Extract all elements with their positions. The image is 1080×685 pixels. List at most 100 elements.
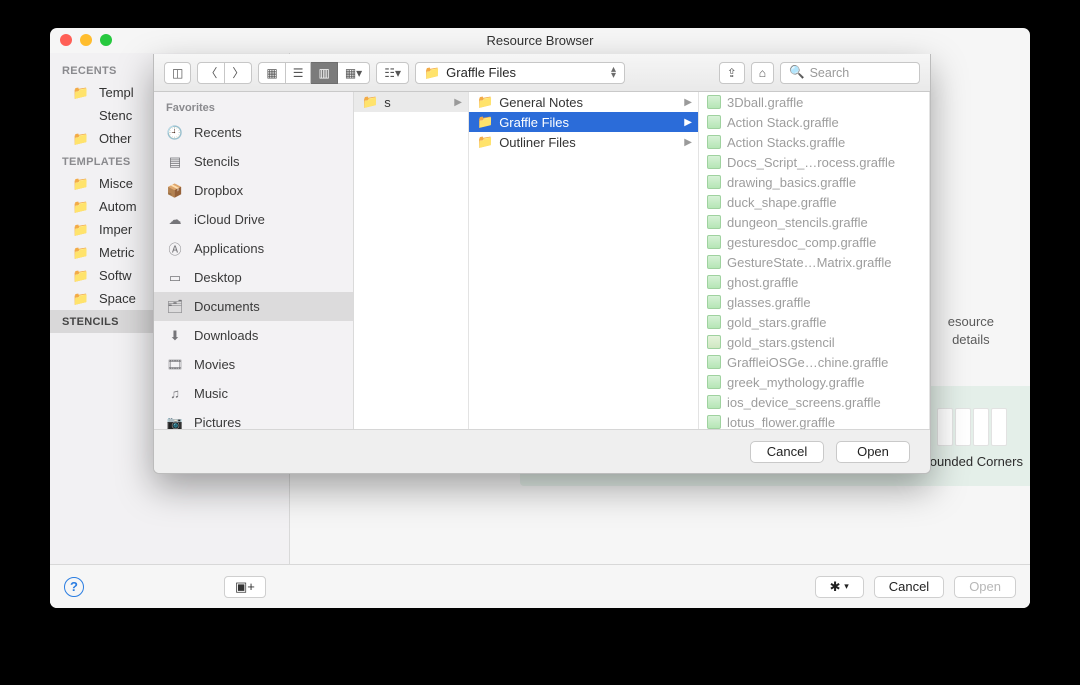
close-icon[interactable]	[60, 34, 72, 46]
resource-browser-window: Resource Browser RECENTS TemplStencOther…	[50, 28, 1030, 608]
favorite-icon: Ⓐ	[166, 239, 184, 258]
favorite-item[interactable]: ▤Stencils	[154, 147, 353, 176]
folder-row[interactable]: s▶	[354, 92, 468, 112]
favorite-icon: ▤	[166, 154, 184, 170]
cancel-button[interactable]: Cancel	[874, 576, 944, 598]
folder-icon	[362, 94, 378, 110]
favorite-item[interactable]: ▭Desktop	[154, 263, 353, 292]
gear-menu-button[interactable]: ✱ ▾	[815, 576, 864, 598]
file-row[interactable]: drawing_basics.graffle	[699, 172, 929, 192]
share-button[interactable]: ⇪	[719, 62, 745, 84]
favorite-icon: 🎞	[166, 357, 184, 373]
folder-row[interactable]: Graffle Files▶	[469, 112, 698, 132]
icon-view-button[interactable]: ▦	[258, 62, 285, 84]
favorite-item[interactable]: 📷Pictures	[154, 408, 353, 429]
add-resource-button[interactable]: ▣ +	[224, 576, 266, 598]
file-row[interactable]: 3Dball.graffle	[699, 92, 929, 112]
column-view-button[interactable]: ▥	[311, 62, 337, 84]
file-row[interactable]: dungeon_stencils.graffle	[699, 212, 929, 232]
file-row[interactable]: greek_mythology.graffle	[699, 372, 929, 392]
file-row[interactable]: GestureState…Matrix.graffle	[699, 252, 929, 272]
path-popup[interactable]: Graffle Files ▴▾	[415, 62, 625, 84]
file-icon	[707, 215, 721, 229]
file-icon	[707, 315, 721, 329]
sheet-open-button[interactable]: Open	[836, 441, 910, 463]
folder-icon	[477, 134, 493, 150]
folder-icon	[72, 245, 90, 261]
file-icon	[707, 375, 721, 389]
tags-button[interactable]: ⌂	[751, 62, 774, 84]
gear-icon: ✱	[830, 579, 841, 595]
file-row[interactable]: ios_device_screens.graffle	[699, 392, 929, 412]
folder-icon	[72, 222, 90, 238]
sidebar-toggle-button[interactable]: ◫	[164, 62, 191, 84]
search-icon: 🔍	[789, 65, 805, 80]
chevron-right-icon: ▶	[454, 97, 462, 108]
window-title: Resource Browser	[487, 33, 594, 48]
chevron-right-icon: ▶	[684, 97, 692, 108]
sheet-cancel-button[interactable]: Cancel	[750, 441, 824, 463]
tile-rounded-corners[interactable]: Rounded Corners	[920, 408, 1023, 469]
file-row[interactable]: gold_stars.gstencil	[699, 332, 929, 352]
folder-icon	[72, 291, 90, 307]
search-field[interactable]: 🔍 Search	[780, 62, 920, 84]
sheet-toolbar: ◫ 〈 〉 ▦ ☰ ▥ ▦▾ ☷▾ Graffle Files ▴▾ ⇪ ⌂ 🔍	[154, 54, 930, 92]
file-icon	[707, 255, 721, 269]
file-row[interactable]: Action Stacks.graffle	[699, 132, 929, 152]
sheet-footer: Cancel Open	[154, 429, 930, 473]
titlebar: Resource Browser	[50, 28, 1030, 53]
view-mode-segmented: ▦ ☰ ▥ ▦▾	[258, 62, 370, 84]
gallery-view-button[interactable]: ▦▾	[338, 62, 370, 84]
file-icon	[707, 235, 721, 249]
file-row[interactable]: duck_shape.graffle	[699, 192, 929, 212]
favorite-icon: 📦	[166, 183, 184, 199]
file-row[interactable]: ghost.graffle	[699, 272, 929, 292]
favorite-item[interactable]: ⬇︎Downloads	[154, 321, 353, 350]
file-icon	[707, 295, 721, 309]
chevron-updown-icon: ▴▾	[611, 67, 616, 79]
file-row[interactable]: GraffleiOSGe…chine.graffle	[699, 352, 929, 372]
column-2: General Notes▶Graffle Files▶Outliner Fil…	[469, 92, 699, 429]
file-icon	[707, 395, 721, 409]
file-icon	[707, 335, 721, 349]
back-button[interactable]: 〈	[197, 62, 225, 84]
minimize-icon[interactable]	[80, 34, 92, 46]
favorites-sidebar: Favorites 🕘Recents▤Stencils📦Dropbox☁︎iCl…	[154, 92, 354, 429]
file-row[interactable]: gesturesdoc_comp.graffle	[699, 232, 929, 252]
file-icon	[707, 135, 721, 149]
resource-details-label: esource details	[948, 313, 994, 349]
folder-icon	[477, 114, 493, 130]
file-row[interactable]: glasses.graffle	[699, 292, 929, 312]
file-icon	[707, 155, 721, 169]
file-row[interactable]: lotus_flower.graffle	[699, 412, 929, 429]
file-icon	[707, 275, 721, 289]
list-view-button[interactable]: ☰	[286, 62, 312, 84]
folder-icon	[72, 199, 90, 215]
favorite-item[interactable]: 📦Dropbox	[154, 176, 353, 205]
forward-button[interactable]: 〉	[225, 62, 252, 84]
favorite-item[interactable]: 🗂Documents	[154, 292, 353, 321]
file-row[interactable]: gold_stars.graffle	[699, 312, 929, 332]
favorite-item[interactable]: 🎞Movies	[154, 350, 353, 379]
favorite-item[interactable]: ☁︎iCloud Drive	[154, 205, 353, 234]
open-button[interactable]: Open	[954, 576, 1016, 598]
file-icon	[707, 115, 721, 129]
folder-row[interactable]: Outliner Files▶	[469, 132, 698, 152]
file-row[interactable]: Docs_Script_…rocess.graffle	[699, 152, 929, 172]
folder-row[interactable]: General Notes▶	[469, 92, 698, 112]
favorite-item[interactable]: 🕘Recents	[154, 118, 353, 147]
file-row[interactable]: Action Stack.graffle	[699, 112, 929, 132]
favorite-item[interactable]: ♫Music	[154, 379, 353, 408]
nav-buttons: 〈 〉	[197, 62, 252, 84]
folder-icon	[72, 176, 90, 192]
column-3: 3Dball.graffleAction Stack.graffleAction…	[699, 92, 930, 429]
favorite-item[interactable]: ⒶApplications	[154, 234, 353, 263]
folder-icon	[424, 65, 440, 81]
chevron-right-icon: ▶	[684, 137, 692, 148]
folder-icon	[72, 85, 90, 101]
help-button[interactable]: ?	[64, 577, 84, 597]
arrange-button[interactable]: ☷▾	[376, 62, 409, 84]
folder-icon	[72, 268, 90, 284]
column-1: s▶	[354, 92, 469, 429]
zoom-icon[interactable]	[100, 34, 112, 46]
